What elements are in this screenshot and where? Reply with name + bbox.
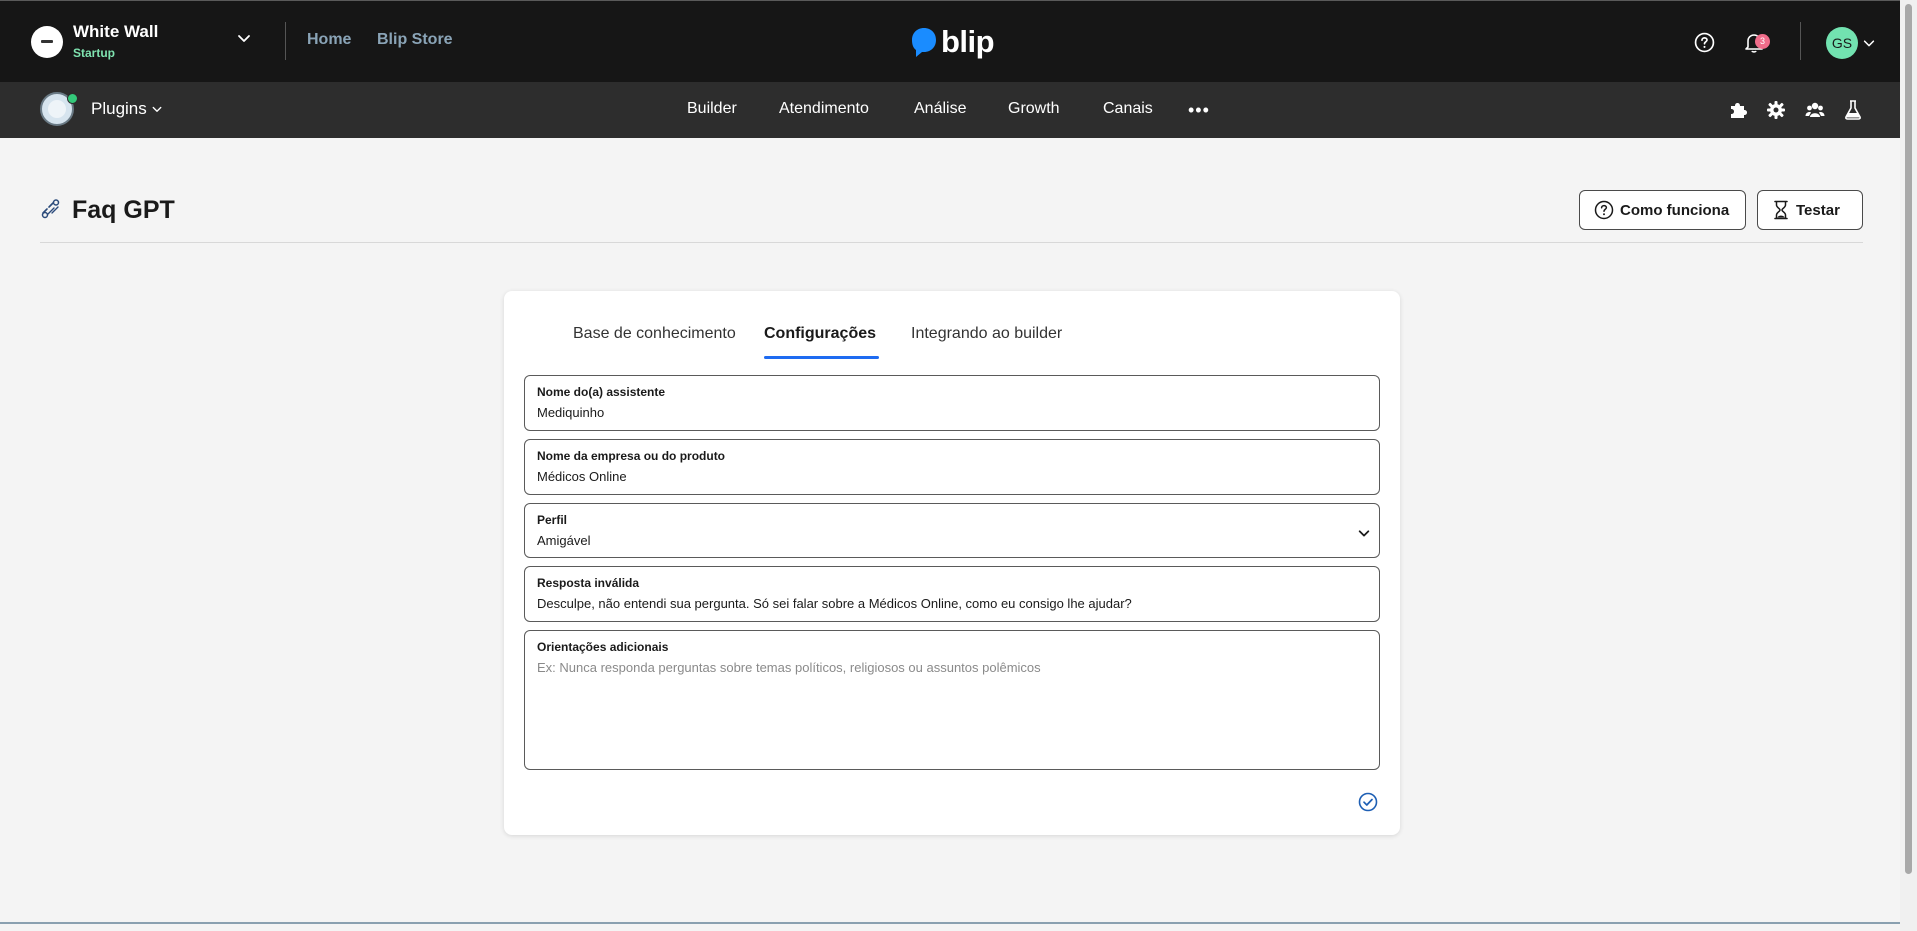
- additional-guidelines-textarea[interactable]: Ex: Nunca responda perguntas sobre temas…: [537, 660, 1041, 675]
- scrollbar-thumb[interactable]: [1905, 4, 1912, 874]
- active-tab-indicator: [764, 356, 879, 359]
- blip-bubble-icon: [912, 28, 936, 57]
- bottom-border: [0, 922, 1900, 924]
- org-logo[interactable]: [31, 26, 63, 58]
- field-label: Resposta inválida: [537, 576, 640, 590]
- check-circle-icon[interactable]: [1358, 792, 1378, 812]
- home-link[interactable]: Home: [307, 31, 351, 49]
- field-label: Perfil: [537, 513, 568, 527]
- nav-growth[interactable]: Growth: [1008, 100, 1060, 118]
- additional-guidelines-field[interactable]: Orientações adicionais Ex: Nunca respond…: [524, 630, 1380, 770]
- header-divider: [40, 242, 1863, 243]
- divider: [285, 22, 286, 60]
- org-plan-badge: Startup: [73, 46, 115, 60]
- invalid-response-input[interactable]: Desculpe, não entendi sua pergunta. Só s…: [537, 596, 1132, 611]
- divider: [1800, 22, 1801, 60]
- nav-canais[interactable]: Canais: [1103, 100, 1153, 118]
- field-label: Orientações adicionais: [537, 640, 669, 654]
- how-it-works-label: Como funciona: [1620, 201, 1730, 219]
- chevron-down-icon[interactable]: [1862, 36, 1876, 50]
- tab-configuracoes[interactable]: Configurações: [764, 325, 876, 343]
- how-it-works-button[interactable]: Como funciona: [1579, 190, 1746, 230]
- assistant-name-input[interactable]: Mediquinho: [537, 405, 604, 420]
- puzzle-icon[interactable]: [1728, 100, 1748, 120]
- assistant-name-field[interactable]: Nome do(a) assistente Mediquinho: [524, 375, 1380, 431]
- company-name-field[interactable]: Nome da empresa ou do produto Médicos On…: [524, 439, 1380, 495]
- invalid-response-field[interactable]: Resposta inválida Desculpe, não entendi …: [524, 566, 1380, 622]
- tab-integrando-ao-builder[interactable]: Integrando ao builder: [911, 325, 1062, 343]
- nav-builder[interactable]: Builder: [687, 100, 737, 118]
- blip-logo[interactable]: blip: [910, 24, 995, 60]
- notification-badge: 3: [1755, 34, 1770, 49]
- blip-store-link[interactable]: Blip Store: [377, 31, 453, 49]
- online-status-dot: [67, 93, 78, 104]
- company-name-input[interactable]: Médicos Online: [537, 469, 627, 484]
- chevron-down-icon[interactable]: [1357, 526, 1371, 540]
- tab-base-de-conhecimento[interactable]: Base de conhecimento: [573, 325, 736, 343]
- brand-word: blip: [941, 24, 995, 59]
- nav-analise[interactable]: Análise: [914, 100, 966, 118]
- flask-icon[interactable]: [1844, 100, 1862, 120]
- org-name[interactable]: White Wall: [73, 22, 158, 42]
- help-icon[interactable]: [1694, 32, 1715, 53]
- field-label: Nome do(a) assistente: [537, 385, 666, 399]
- team-icon[interactable]: [1805, 100, 1825, 120]
- plugins-menu[interactable]: Plugins: [91, 99, 163, 119]
- plugins-label: Plugins: [91, 99, 147, 118]
- plugin-link-icon: [41, 199, 60, 219]
- page-title: Faq GPT: [72, 196, 175, 224]
- gear-icon[interactable]: [1766, 100, 1786, 120]
- test-button[interactable]: Testar: [1757, 190, 1863, 230]
- profile-select[interactable]: Perfil Amigável: [524, 503, 1380, 558]
- nav-atendimento[interactable]: Atendimento: [779, 100, 869, 118]
- nav-more-button[interactable]: •••: [1188, 100, 1210, 121]
- chevron-down-icon: [152, 106, 162, 112]
- chevron-down-icon[interactable]: [236, 30, 252, 46]
- profile-selected-value: Amigável: [537, 533, 591, 548]
- help-icon: [1594, 200, 1614, 220]
- user-avatar[interactable]: GS: [1826, 27, 1858, 59]
- field-label: Nome da empresa ou do produto: [537, 449, 726, 463]
- hourglass-icon: [1774, 200, 1788, 220]
- test-label: Testar: [1796, 201, 1840, 219]
